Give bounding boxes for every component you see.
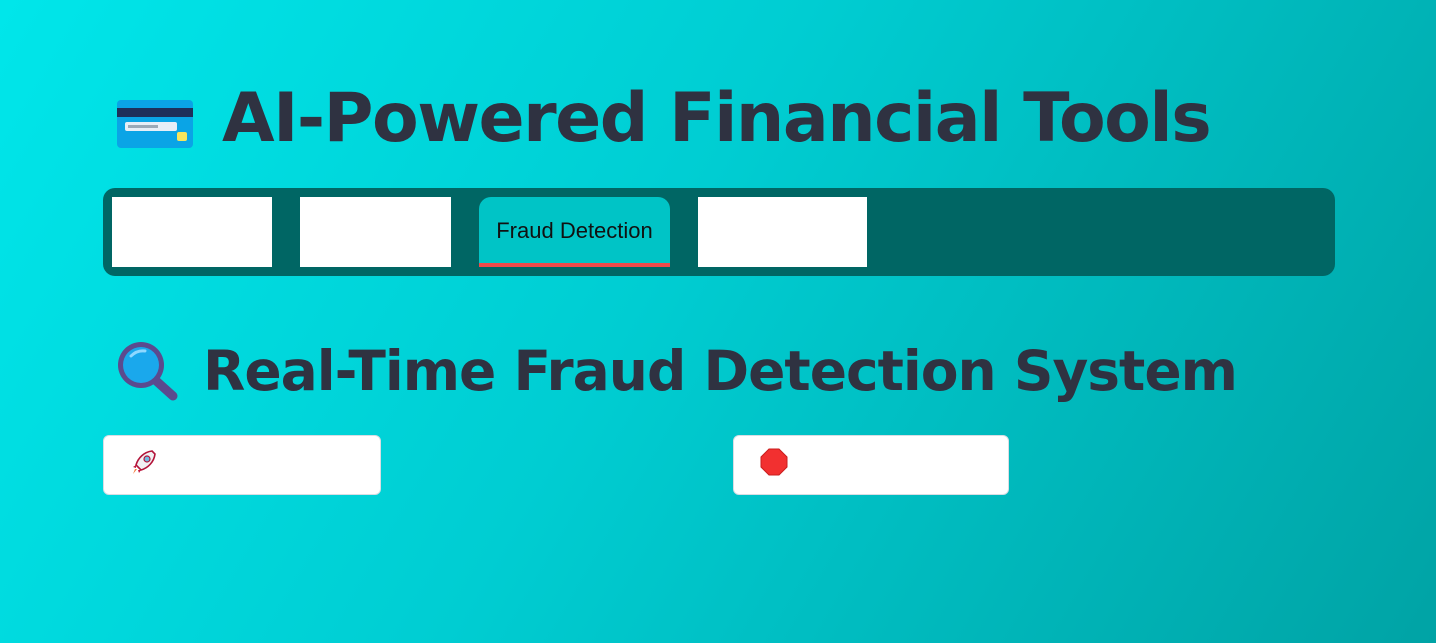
credit-card-icon [116, 99, 194, 149]
section-title: Real-Time Fraud Detection System [203, 339, 1238, 403]
tab-2[interactable] [300, 197, 451, 267]
stop-sign-icon [760, 448, 788, 482]
tab-fraud-detection[interactable]: Fraud Detection [479, 197, 670, 267]
tab-1[interactable] [112, 197, 272, 267]
page-header: AI-Powered Financial Tools [116, 78, 1212, 158]
magnifying-glass-icon [113, 338, 179, 404]
rocket-icon [130, 448, 158, 482]
page-title: AI-Powered Financial Tools [222, 78, 1212, 158]
stop-button[interactable] [733, 435, 1009, 495]
start-button[interactable] [103, 435, 381, 495]
tab-bar: Fraud Detection [103, 188, 1335, 276]
section-header: Real-Time Fraud Detection System [113, 336, 1238, 406]
tab-4[interactable] [698, 197, 867, 267]
